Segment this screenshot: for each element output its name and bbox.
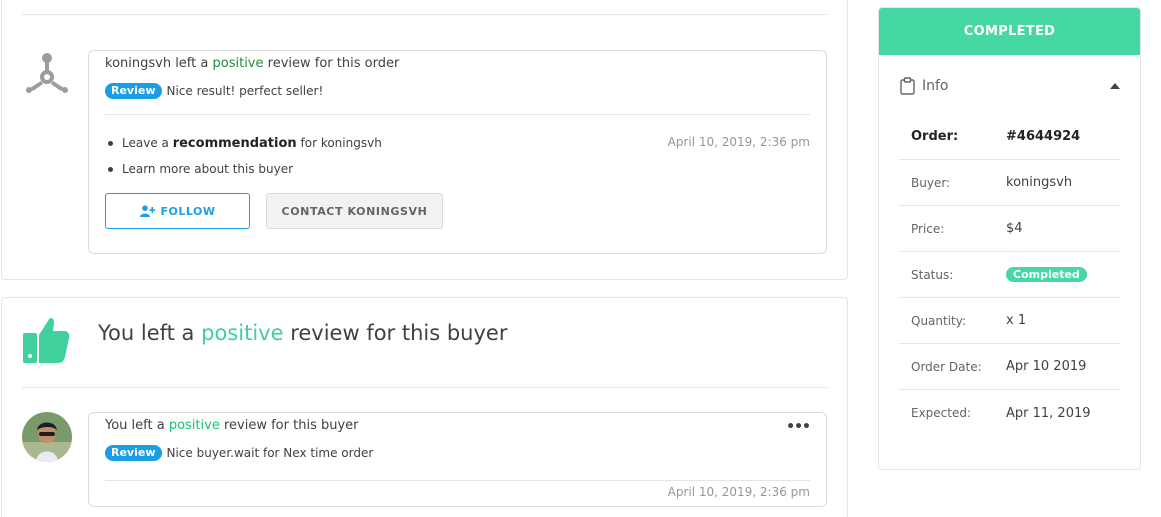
review-badge: Review	[105, 445, 162, 461]
info-row-price: Price: $4	[899, 206, 1120, 252]
buyer-name[interactable]: koningsvh	[1006, 175, 1072, 190]
review-headline: koningsvh left a positive review for thi…	[105, 56, 399, 71]
info-label: Info	[922, 78, 949, 94]
order-number: #4644924	[1006, 129, 1081, 144]
order-sidebar: COMPLETED Info Order: #4644924 Buyer: ko…	[878, 7, 1141, 470]
buyer-review-message: koningsvh left a positive review for thi…	[88, 50, 827, 254]
positive-label: positive	[212, 56, 264, 71]
info-header[interactable]: Info	[900, 76, 1120, 96]
contact-buyer-button[interactable]: CONTACT KONINGSVH	[266, 193, 443, 229]
review-text: Nice result! perfect seller!	[166, 84, 324, 98]
review-badge: Review	[105, 83, 162, 99]
expected-date-value: Apr 11, 2019	[1006, 405, 1091, 421]
info-row-order-date: Order Date: Apr 10 2019	[899, 344, 1120, 390]
divider	[105, 114, 810, 115]
info-key: Order:	[911, 129, 959, 144]
info-row-quantity: Quantity: x 1	[899, 298, 1120, 344]
review-headline-prefix: You left a	[105, 418, 165, 433]
buyer-action-list: Leave a recommendation for koningsvh Lea…	[105, 135, 382, 187]
divider	[105, 480, 810, 481]
info-key: Expected:	[911, 406, 972, 420]
bullet-text: Leave a	[122, 136, 169, 150]
review-headline-suffix: review for this order	[267, 56, 400, 71]
more-dots-icon[interactable]: •••	[786, 419, 811, 435]
bullet-text: for koningsvh	[300, 136, 382, 150]
positive-label: positive	[168, 418, 220, 433]
seller-avatar[interactable]	[22, 412, 72, 462]
info-row-order: Order: #4644924	[899, 114, 1120, 160]
info-row-buyer: Buyer: koningsvh	[899, 160, 1120, 206]
timestamp: April 10, 2019, 2:36 pm	[667, 485, 810, 499]
info-key: Price:	[911, 221, 945, 236]
section-title: You left a positive review for this buye…	[98, 321, 507, 345]
positive-label: positive	[201, 321, 284, 345]
review-headline-prefix: koningsvh left a	[105, 56, 209, 71]
status-badge: Completed	[1006, 267, 1087, 282]
follow-button[interactable]: FOLLOW	[105, 193, 250, 229]
review-row: Review Nice buyer.wait for Nex time orde…	[105, 445, 373, 461]
review-row: Review Nice result! perfect seller!	[105, 83, 323, 99]
info-row-expected: Expected: Apr 11, 2019	[899, 390, 1120, 436]
timestamp: April 10, 2019, 2:36 pm	[667, 135, 810, 149]
review-headline-suffix: review for this buyer	[223, 418, 359, 433]
order-info-table: Order: #4644924 Buyer: koningsvh Price: …	[899, 114, 1120, 436]
section-title-suffix: review for this buyer	[290, 321, 508, 345]
recommendation-link[interactable]: recommendation	[173, 136, 297, 151]
info-key: Quantity:	[911, 313, 967, 328]
recommendation-item[interactable]: Leave a recommendation for koningsvh	[105, 135, 382, 161]
review-text: Nice buyer.wait for Nex time order	[166, 446, 374, 460]
caret-up-icon[interactable]	[1110, 83, 1120, 89]
follow-label: FOLLOW	[160, 204, 216, 218]
contact-label: CONTACT KONINGSVH	[281, 204, 428, 218]
divider	[22, 14, 827, 15]
seller-review-message: You left a positive review for this buye…	[88, 412, 827, 507]
info-key: Order Date:	[911, 359, 982, 374]
learn-more-link[interactable]: Learn more about this buyer	[122, 162, 293, 176]
price-value: $4	[1006, 221, 1023, 236]
info-row-status: Status: Completed	[899, 252, 1120, 298]
info-key: Status:	[911, 267, 954, 282]
learn-more-item[interactable]: Learn more about this buyer	[105, 161, 382, 187]
divider	[22, 387, 827, 388]
order-date-value: Apr 10 2019	[1006, 359, 1087, 374]
buyer-avatar[interactable]	[22, 50, 72, 100]
info-key: Buyer:	[911, 175, 951, 190]
add-user-icon	[139, 205, 155, 217]
review-headline: You left a positive review for this buye…	[105, 418, 359, 433]
thumbs-up-icon	[22, 315, 70, 363]
order-status-header: COMPLETED	[879, 8, 1140, 55]
quantity-value: x 1	[1006, 313, 1027, 328]
section-title-prefix: You left a	[98, 321, 195, 345]
clipboard-icon	[900, 77, 915, 95]
